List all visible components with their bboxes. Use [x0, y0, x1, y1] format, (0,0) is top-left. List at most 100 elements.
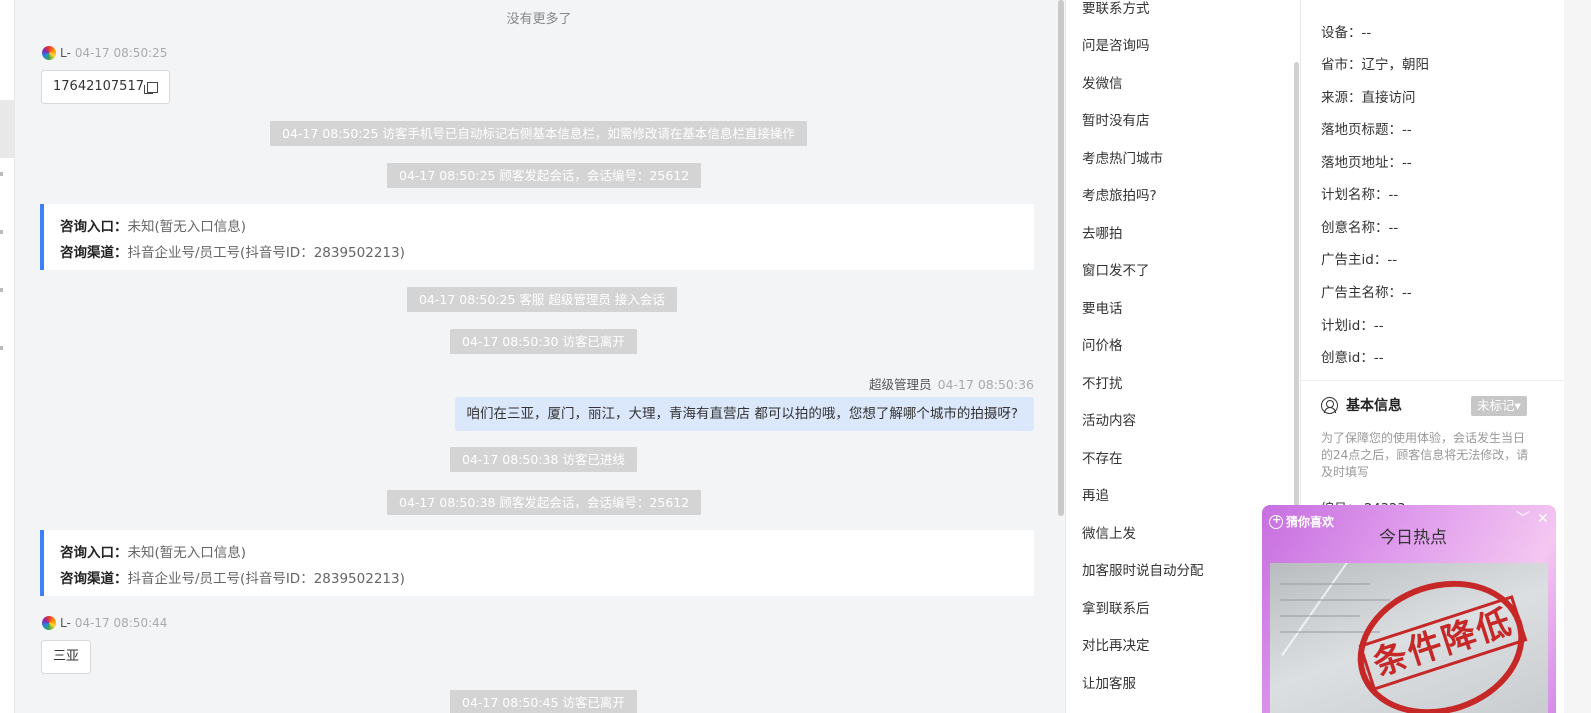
info-value: --	[1402, 285, 1412, 301]
entry-label: 咨询入口：	[60, 219, 128, 235]
info-row-region: 省市：辽宁，朝阳	[1321, 53, 1429, 73]
window-scroll-gutter	[1565, 0, 1591, 713]
chat-panel: 没有更多了 L- 04-17 08:50:25 17642107517 04-1…	[16, 0, 1062, 713]
message-text: 三亚	[53, 649, 80, 664]
info-label: 计划id：	[1321, 318, 1374, 334]
image-glare	[1281, 563, 1369, 657]
section-divider	[1301, 380, 1564, 381]
quick-reply-item[interactable]: 问价格	[1082, 334, 1123, 354]
info-value: --	[1402, 122, 1412, 138]
channel-value: 抖音企业号/员工号(抖音号ID：2839502213)	[127, 245, 405, 261]
quick-reply-item[interactable]: 发微信	[1082, 72, 1123, 92]
agent-name: 超级管理员	[869, 377, 932, 392]
news-thumbnail[interactable]: 条件降低	[1270, 563, 1548, 713]
entry-value: 未知(暂无入口信息)	[127, 219, 247, 235]
copy-icon[interactable]	[143, 81, 158, 94]
left-nav-tick	[0, 230, 3, 234]
recommend-popup[interactable]: 猜你喜欢 今日热点 ﹀ ✕ 条件降低	[1262, 505, 1556, 713]
agent-message-header: 超级管理员 04-17 08:50:36	[869, 374, 1034, 393]
visitor-message-bubble[interactable]: 17642107517	[41, 70, 170, 104]
info-label: 创意id：	[1321, 350, 1374, 366]
quick-reply-item[interactable]: 拿到联系后	[1082, 597, 1150, 617]
consult-info-card: 咨询入口：未知(暂无入口信息) 咨询渠道：抖音企业号/员工号(抖音号ID：283…	[40, 204, 1034, 270]
rainbow-avatar-icon	[42, 46, 56, 60]
quick-reply-item[interactable]: 不打扰	[1082, 372, 1123, 392]
visitor-message-header: L- 04-17 08:50:25	[42, 46, 167, 60]
info-label: 落地页地址：	[1321, 155, 1402, 171]
visitor-name: L-	[60, 46, 71, 60]
quick-reply-item[interactable]: 微信上发	[1082, 522, 1136, 542]
visitor-message-bubble[interactable]: 三亚	[41, 640, 92, 674]
visitor-message-header: L- 04-17 08:50:44	[42, 616, 167, 630]
quick-reply-item[interactable]: 去哪拍	[1082, 222, 1123, 242]
quick-reply-item[interactable]: 要电话	[1082, 297, 1123, 317]
left-nav-tick	[0, 172, 3, 176]
left-nav-tick	[0, 346, 3, 350]
info-label: 省市：	[1321, 57, 1362, 73]
message-time: 04-17 08:50:36	[937, 377, 1034, 392]
paper-text-line	[1280, 583, 1370, 585]
system-message: 04-17 08:50:25 客服 超级管理员 接入会话	[407, 287, 677, 312]
info-row-device: 设备：--	[1321, 21, 1371, 41]
quick-reply-item[interactable]: 不存在	[1082, 447, 1123, 467]
system-message: 04-17 08:50:38 顾客发起会话，会话编号：25612	[387, 490, 702, 515]
left-nav-active-item[interactable]	[0, 100, 15, 158]
consult-info-card: 咨询入口：未知(暂无入口信息) 咨询渠道：抖音企业号/员工号(抖音号ID：283…	[40, 530, 1034, 596]
info-row-creative-name: 创意名称：--	[1321, 216, 1398, 236]
message-time: 04-17 08:50:25	[74, 46, 168, 60]
info-value: --	[1388, 220, 1399, 236]
info-label: 计划名称：	[1321, 187, 1389, 203]
system-message: 04-17 08:50:25 访客手机号已自动标记右侧基本信息栏，如需修改请在基…	[270, 121, 807, 146]
entry-value: 未知(暂无入口信息)	[127, 545, 247, 561]
quick-reply-item[interactable]: 让加客服	[1082, 672, 1136, 692]
popup-brand: 猜你喜欢	[1269, 513, 1334, 530]
info-label: 设备：	[1321, 25, 1362, 41]
quick-reply-item[interactable]: 再追	[1082, 484, 1109, 504]
left-nav-strip	[0, 0, 15, 713]
rainbow-avatar-icon	[42, 616, 56, 630]
info-value: --	[1361, 25, 1372, 41]
quick-reply-item[interactable]: 活动内容	[1082, 409, 1136, 429]
info-value: --	[1373, 318, 1384, 334]
close-icon[interactable]: ✕	[1537, 512, 1549, 526]
quick-reply-item[interactable]: 问是咨询吗	[1082, 34, 1150, 54]
quick-reply-item[interactable]: 要联系方式	[1082, 0, 1150, 17]
info-label: 创意名称：	[1321, 220, 1389, 236]
info-row-advertiser-name: 广告主名称：--	[1321, 281, 1412, 301]
popup-headline: 今日热点	[1379, 528, 1447, 548]
info-label: 来源：	[1321, 90, 1362, 106]
channel-label: 咨询渠道：	[60, 571, 128, 587]
basic-info-header: 基本信息	[1321, 395, 1402, 415]
tag-dropdown-button[interactable]: 未标记▾	[1471, 396, 1527, 416]
quick-reply-item[interactable]: 考虑旅拍吗?	[1082, 184, 1157, 204]
paper-text-line	[1280, 599, 1390, 601]
channel-value: 抖音企业号/员工号(抖音号ID：2839502213)	[127, 571, 405, 587]
system-message: 04-17 08:50:30 访客已离开	[450, 329, 637, 354]
info-row-landing-title: 落地页标题：--	[1321, 118, 1412, 138]
left-nav-tick	[0, 288, 3, 292]
entry-label: 咨询入口：	[60, 545, 128, 561]
info-value: 直接访问	[1361, 90, 1416, 106]
brand-logo-icon	[1269, 513, 1283, 529]
message-time: 04-17 08:50:44	[74, 616, 168, 630]
info-row-landing-url: 落地页地址：--	[1321, 151, 1412, 171]
chat-scrollbar[interactable]	[1058, 0, 1064, 516]
quick-reply-item[interactable]: 考虑热门城市	[1082, 147, 1163, 167]
channel-label: 咨询渠道：	[60, 245, 128, 261]
system-message: 04-17 08:50:25 顾客发起会话，会话编号：25612	[387, 163, 702, 188]
quick-reply-item[interactable]: 窗口发不了	[1082, 259, 1150, 279]
quick-reply-item[interactable]: 对比再决定	[1082, 634, 1150, 654]
visitor-name: L-	[60, 616, 71, 630]
info-row-plan-name: 计划名称：--	[1321, 183, 1398, 203]
info-label: 落地页标题：	[1321, 122, 1402, 138]
quick-reply-item[interactable]: 暂时没有店	[1082, 109, 1150, 129]
quick-reply-item[interactable]: 加客服时说自动分配	[1082, 559, 1204, 579]
agent-message-bubble[interactable]: 咱们在三亚，厦门，丽江，大理，青海有直营店 都可以拍的哦，您想了解哪个城市的拍摄…	[454, 397, 1034, 431]
collapse-icon[interactable]: ﹀	[1516, 512, 1530, 526]
system-message: 04-17 08:50:45 访客已离开	[450, 690, 637, 713]
info-label: 广告主名称：	[1321, 285, 1402, 301]
info-value: 辽宁，朝阳	[1361, 57, 1430, 73]
info-value: --	[1373, 350, 1384, 366]
info-row-creative-id: 创意id：--	[1321, 346, 1384, 366]
user-circle-icon	[1321, 396, 1338, 414]
